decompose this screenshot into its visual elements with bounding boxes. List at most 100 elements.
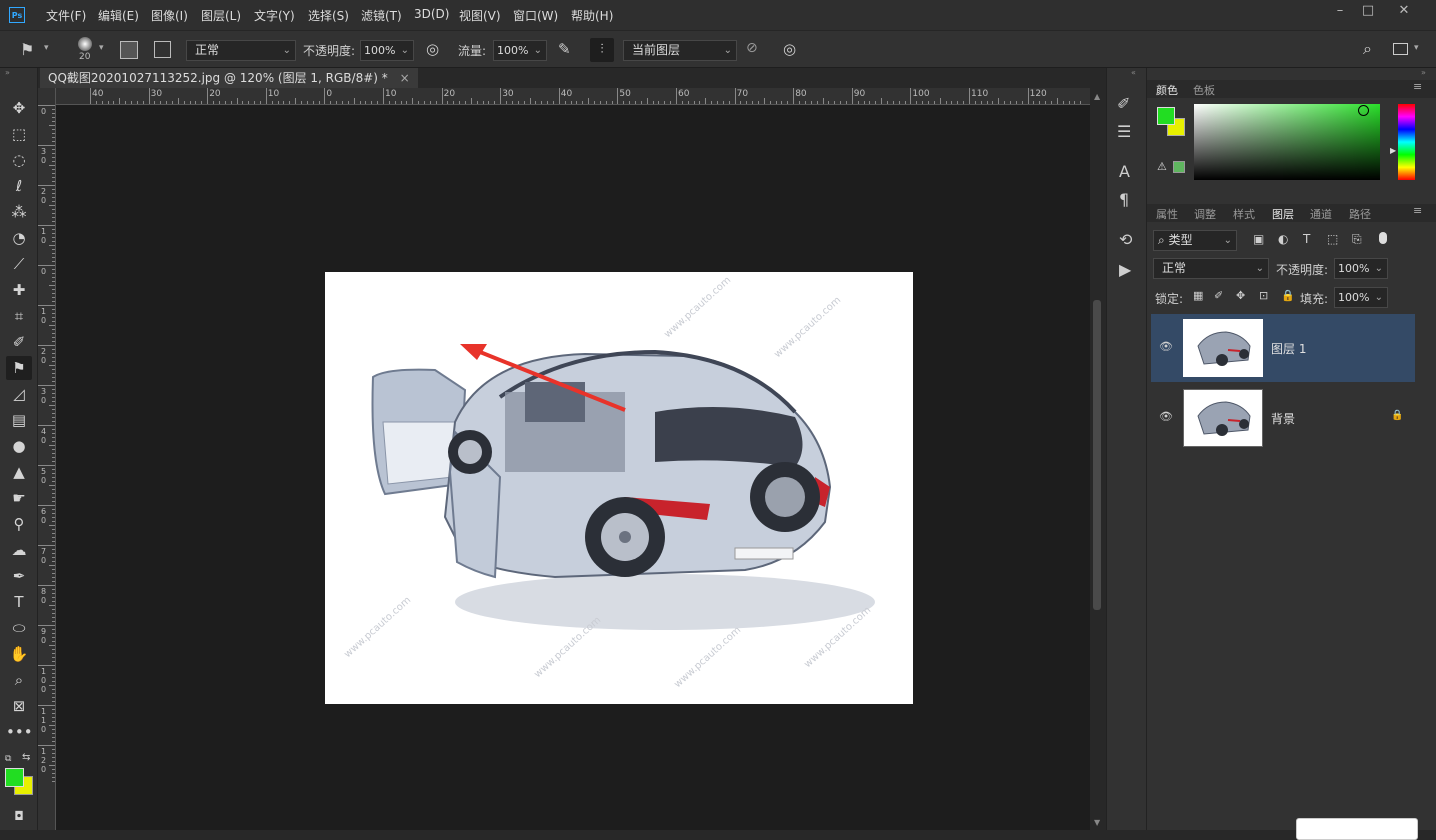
menu-file[interactable]: 文件(F) [46, 7, 86, 24]
swap-colors-icon[interactable]: ⇆ [22, 752, 30, 763]
ignore-adjustment-icon[interactable]: ⊘ [746, 40, 758, 56]
menu-select[interactable]: 选择(S) [308, 7, 349, 24]
ellipse-tool-icon[interactable]: ⬭ [6, 616, 32, 640]
sponge-tool-icon[interactable]: ☁ [6, 538, 32, 562]
menu-help[interactable]: 帮助(H) [571, 7, 613, 24]
menu-filter[interactable]: 滤镜(T) [361, 7, 402, 24]
hand-tool-icon[interactable]: ✋ [6, 642, 32, 666]
scroll-up-icon[interactable]: ▲ [1094, 92, 1100, 101]
panel-menu-icon[interactable]: ≡ [1413, 80, 1422, 93]
layer-filter-select[interactable]: ⌕ 类型 ⌄ [1153, 230, 1237, 251]
minimize-button[interactable]: – [1326, 2, 1354, 20]
eraser-tool-icon[interactable]: ◿ [6, 382, 32, 406]
smudge-tool-icon[interactable]: ☛ [6, 486, 32, 510]
clone-stamp-tool-icon[interactable]: ⚑ [6, 356, 32, 380]
tab-properties[interactable]: 属性 [1156, 206, 1178, 222]
vertical-scrollbar[interactable]: ▲ ▼ [1090, 88, 1106, 830]
tab-swatches[interactable]: 色板 [1193, 82, 1215, 98]
fill-field[interactable]: 100% ⌄ [1334, 287, 1388, 308]
ellipse-marquee-icon[interactable]: ◌ [6, 148, 32, 172]
character-panel-icon[interactable]: A [1119, 162, 1130, 181]
filter-adjustment-icon[interactable]: ◐ [1278, 232, 1288, 246]
brush-preview-icon[interactable] [78, 37, 92, 51]
lasso-tool-icon[interactable]: ℓ [6, 174, 32, 198]
hue-slider-handle[interactable]: ▶ [1390, 146, 1396, 155]
pressure-opacity-icon[interactable]: ◎ [426, 40, 439, 58]
collapse-arrows-icon[interactable]: » [5, 68, 10, 77]
scroll-down-icon[interactable]: ▼ [1094, 818, 1100, 827]
visibility-eye-icon[interactable]: 👁 [1159, 410, 1173, 423]
close-document-icon[interactable]: × [400, 71, 410, 85]
menu-3d[interactable]: 3D(D) [414, 7, 449, 21]
close-window-button[interactable]: ✕ [1390, 2, 1418, 20]
tab-layers[interactable]: 图层 [1272, 206, 1294, 222]
clone-source-icon[interactable] [154, 41, 171, 58]
default-colors-icon[interactable]: ⧉ [5, 754, 11, 764]
filter-type-icon[interactable]: T [1303, 232, 1310, 246]
layer-row-background[interactable]: 👁 背景 🔒 [1151, 384, 1415, 452]
more-tools-icon[interactable]: ••• [6, 720, 33, 744]
document-tab[interactable]: QQ截图20201027113252.jpg @ 120% (图层 1, RGB… [40, 68, 418, 88]
brush-tool-icon[interactable]: ✐ [6, 330, 32, 354]
color-foreground-swatch[interactable] [1157, 107, 1175, 125]
out-of-gamut-warning-icon[interactable]: ⚠ [1157, 160, 1167, 173]
filter-pixel-icon[interactable]: ▣ [1253, 232, 1264, 246]
collapse-arrows-icon[interactable]: « [1131, 68, 1136, 77]
foreground-color-swatch[interactable] [5, 768, 24, 787]
gradient-tool-icon[interactable]: ▤ [6, 408, 32, 432]
lock-position-icon[interactable]: ✥ [1236, 289, 1245, 302]
crop-tool-icon[interactable]: ⌗ [6, 304, 32, 328]
collapse-arrows-icon[interactable]: » [1421, 68, 1426, 77]
scrollbar-thumb[interactable] [1093, 300, 1101, 610]
tab-styles[interactable]: 样式 [1233, 206, 1255, 222]
filter-shape-icon[interactable]: ⬚ [1327, 232, 1338, 246]
sharpen-tool-icon[interactable]: ▲ [6, 460, 32, 484]
lock-artboard-icon[interactable]: ⊡ [1259, 289, 1268, 302]
lock-all-icon[interactable]: 🔒 [1281, 289, 1295, 302]
photoshop-logo[interactable]: Ps [9, 7, 25, 23]
tab-paths[interactable]: 路径 [1349, 206, 1371, 222]
panel-menu-icon[interactable]: ≡ [1413, 204, 1422, 217]
gamut-color-swatch[interactable] [1173, 161, 1185, 173]
layer-name[interactable]: 背景 [1271, 410, 1295, 427]
menu-window[interactable]: 窗口(W) [513, 7, 558, 24]
magic-wand-icon[interactable]: ⁂ [6, 200, 32, 224]
blend-mode-select[interactable]: 正常 ⌄ [1153, 258, 1269, 279]
search-icon[interactable]: ⌕ [1363, 39, 1372, 59]
notification-popup[interactable] [1296, 818, 1418, 840]
workspace-icon[interactable] [1393, 43, 1408, 55]
pen-tool-icon[interactable]: ✒ [6, 564, 32, 588]
adjustments-panel-icon[interactable]: ☰ [1117, 122, 1131, 141]
color-picker-cursor[interactable] [1358, 105, 1369, 116]
move-tool-icon[interactable]: ✥ [6, 96, 32, 120]
color-field[interactable] [1194, 104, 1380, 180]
lock-transparency-icon[interactable]: ▦ [1193, 289, 1203, 302]
brush-settings-icon[interactable] [120, 41, 138, 59]
chevron-down-icon[interactable]: ▾ [44, 43, 49, 53]
actions-play-icon[interactable]: ▶ [1119, 260, 1131, 279]
dodge-tool-icon[interactable]: ⚲ [6, 512, 32, 536]
quick-selection-icon[interactable]: ◔ [6, 226, 32, 250]
layer-opacity-field[interactable]: 100% ⌄ [1334, 258, 1388, 279]
blur-tool-icon[interactable]: ● [6, 434, 32, 458]
tab-color[interactable]: 颜色 [1156, 82, 1178, 98]
menu-image[interactable]: 图像(I) [151, 7, 188, 24]
clone-stamp-icon[interactable]: ⚑ [20, 40, 34, 59]
paragraph-panel-icon[interactable]: ¶ [1119, 190, 1129, 209]
menu-view[interactable]: 视图(V) [459, 7, 501, 24]
document-image[interactable]: www.pcauto.com www.pcauto.com www.pcauto… [325, 272, 913, 704]
brush-panel-icon[interactable]: ✐ [1117, 94, 1130, 113]
maximize-button[interactable]: □ [1354, 2, 1382, 20]
zoom-tool-icon[interactable]: ⌕ [6, 668, 32, 692]
menu-layer[interactable]: 图层(L) [201, 7, 241, 24]
aligned-toggle-icon[interactable]: ⫶ [590, 38, 614, 62]
layer-row-layer1[interactable]: 👁 图层 1 [1151, 314, 1415, 382]
frame-tool-icon[interactable]: ⊠ [6, 694, 32, 718]
tab-adjustments[interactable]: 调整 [1194, 206, 1216, 222]
opacity-field[interactable]: 100% ⌄ [360, 40, 414, 61]
history-panel-icon[interactable]: ⟲ [1119, 230, 1132, 249]
layer-name[interactable]: 图层 1 [1271, 340, 1306, 357]
chevron-down-icon[interactable]: ▾ [1414, 43, 1419, 53]
airbrush-icon[interactable]: ✎ [558, 40, 571, 58]
filter-smartobject-icon[interactable]: ⎘ [1352, 232, 1362, 247]
